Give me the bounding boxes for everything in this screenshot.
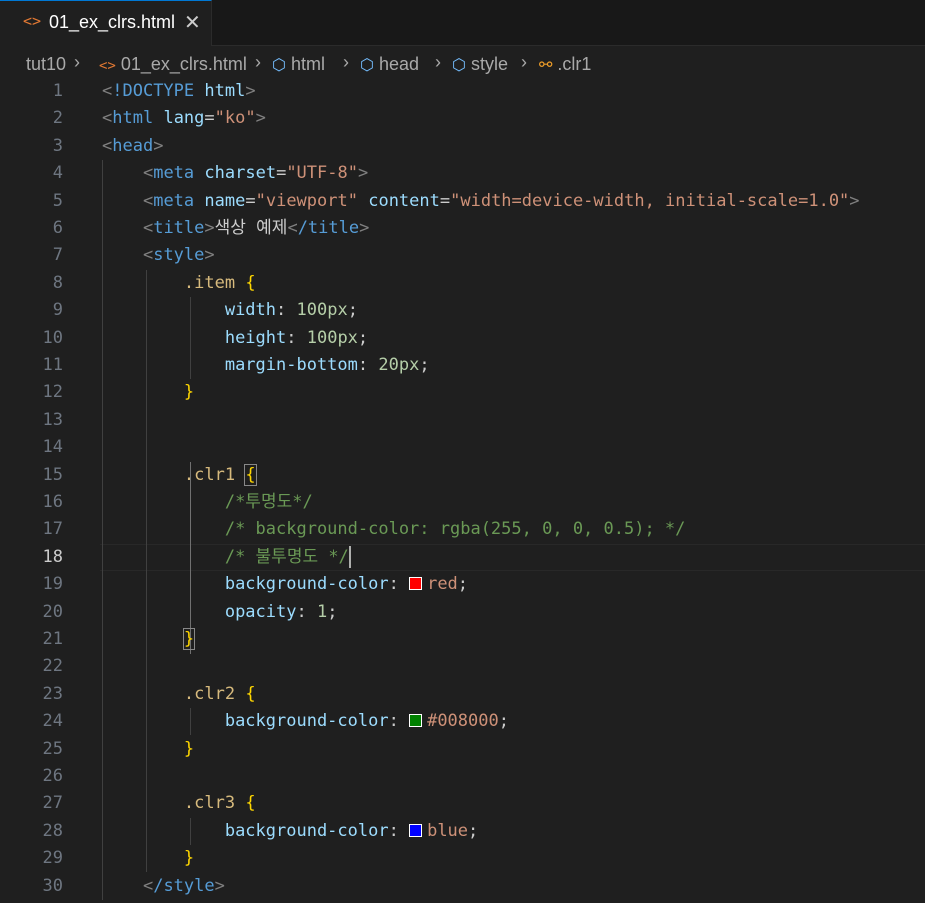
breadcrumb-folder-label: tut10 xyxy=(26,54,67,74)
line-number: 9 xyxy=(52,300,63,321)
line-number: 3 xyxy=(52,135,63,156)
breadcrumb: tut10 › <> 01_ex_clrs.html › ⬡ html › ⬡ … xyxy=(0,46,925,82)
chevron-right-icon: › xyxy=(74,52,80,72)
color-swatch[interactable] xyxy=(409,823,423,837)
code-line: .item { xyxy=(183,272,256,293)
line-number: 19 xyxy=(42,574,63,595)
chevron-right-icon: › xyxy=(521,52,527,72)
breadcrumb-selector[interactable]: ⚯ .clr1 xyxy=(539,54,591,75)
chevron-right-icon: › xyxy=(343,52,349,72)
line-number: 5 xyxy=(52,190,63,211)
line-number: 24 xyxy=(42,711,63,732)
code-line: <style> xyxy=(142,245,215,266)
breadcrumb-folder[interactable]: tut10 xyxy=(26,54,66,75)
code-line: height: 100px; xyxy=(224,327,369,348)
code-line: /*투명도*/ xyxy=(224,492,313,512)
code-line: background-color: red; xyxy=(224,574,469,595)
line-number: 15 xyxy=(42,464,63,485)
line-number: 14 xyxy=(42,437,63,458)
code-editor[interactable]: 1 2 3 4 5 6 7 8 9 10 11 12 13 14 15 16 1… xyxy=(0,78,925,903)
code-line: <head> xyxy=(102,135,164,156)
line-number: 27 xyxy=(42,793,63,814)
line-number: 8 xyxy=(52,272,63,293)
line-number: 1 xyxy=(52,81,63,101)
line-number-active: 18 xyxy=(42,546,63,567)
tab-bar: <> 01_ex_clrs.html ✕ xyxy=(0,0,925,46)
code-line: /* background-color: rgba(255, 0, 0, 0.5… xyxy=(224,519,686,540)
line-number: 10 xyxy=(42,327,63,348)
chevron-right-icon: › xyxy=(255,52,261,72)
code-line: <title>색상 예제</title> xyxy=(142,218,370,238)
chevron-right-icon: › xyxy=(435,52,441,72)
cube-icon: ⬡ xyxy=(360,57,374,74)
line-number: 11 xyxy=(42,355,63,375)
tab-label: 01_ex_clrs.html xyxy=(49,12,176,32)
text-cursor xyxy=(348,545,351,568)
breadcrumb-file-label: 01_ex_clrs.html xyxy=(120,54,247,74)
code-line: .clr1 { xyxy=(183,463,257,486)
css-selector-icon: ⚯ xyxy=(539,57,553,74)
code-line: <!DOCTYPE html> xyxy=(102,81,256,101)
breadcrumb-head-label: head xyxy=(378,54,420,74)
breadcrumb-html[interactable]: ⬡ html xyxy=(272,54,325,75)
code-line: background-color: #008000; xyxy=(224,711,509,732)
tab-01-ex-clrs[interactable]: <> 01_ex_clrs.html ✕ xyxy=(0,0,212,46)
line-number: 13 xyxy=(42,409,63,430)
code-line: background-color: blue; xyxy=(224,820,479,841)
code-line: </style> xyxy=(142,875,225,896)
color-swatch[interactable] xyxy=(409,714,423,728)
line-number: 16 xyxy=(42,492,63,512)
line-number: 30 xyxy=(42,875,63,896)
line-number: 25 xyxy=(42,738,63,759)
breadcrumb-style-label: style xyxy=(470,54,508,74)
breadcrumb-html-label: html xyxy=(290,54,325,74)
code-line: .clr3 { xyxy=(183,793,256,814)
breadcrumb-file[interactable]: <> 01_ex_clrs.html xyxy=(99,54,247,75)
line-number: 6 xyxy=(52,218,63,238)
code-line: opacity: 1; xyxy=(224,601,338,622)
breadcrumb-head[interactable]: ⬡ head xyxy=(360,54,419,75)
code-line: } xyxy=(183,738,195,759)
line-number: 22 xyxy=(42,656,63,677)
breadcrumb-selector-label: .clr1 xyxy=(557,54,592,74)
code-line: width: 100px; xyxy=(224,300,358,321)
code-line: <meta name="viewport" content="width=dev… xyxy=(142,190,860,211)
line-number: 28 xyxy=(42,820,63,841)
close-icon[interactable]: ✕ xyxy=(184,10,201,35)
cube-icon: ⬡ xyxy=(452,57,466,74)
line-number: 23 xyxy=(42,683,63,704)
code-line: .clr2 { xyxy=(183,683,256,704)
code-line: } xyxy=(183,848,195,869)
html-file-icon: <> xyxy=(99,58,116,74)
line-number: 4 xyxy=(52,163,63,184)
line-number: 26 xyxy=(42,766,63,786)
line-number: 20 xyxy=(42,601,63,622)
breadcrumb-style[interactable]: ⬡ style xyxy=(452,54,508,75)
code-line: } xyxy=(182,628,196,650)
line-number: 7 xyxy=(52,245,63,266)
code-line-active: /* 불투명도 */ xyxy=(224,545,351,568)
line-number: 2 xyxy=(52,108,63,129)
line-number: 17 xyxy=(42,519,63,540)
line-number: 21 xyxy=(42,629,63,649)
line-number: 29 xyxy=(42,848,63,869)
line-number: 12 xyxy=(42,382,63,403)
html-file-icon: <> xyxy=(23,12,42,30)
code-line: <meta charset="UTF-8"> xyxy=(142,163,369,184)
color-swatch[interactable] xyxy=(409,577,423,591)
cube-icon: ⬡ xyxy=(272,57,286,74)
code-line: <html lang="ko"> xyxy=(102,108,266,129)
code-line: margin-bottom: 20px; xyxy=(224,355,430,375)
code-line: } xyxy=(183,382,195,403)
